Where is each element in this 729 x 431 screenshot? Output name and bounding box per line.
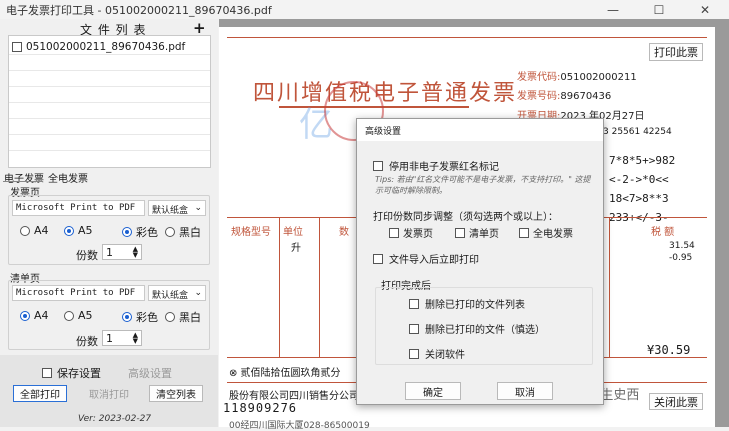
list-copies-stepper[interactable]: 1 ▲ ▼	[102, 330, 142, 346]
radio-icon	[20, 225, 30, 236]
radio-icon	[64, 310, 74, 321]
radio-selected-icon	[122, 312, 132, 322]
invoice-copies-label: 份数	[76, 249, 98, 262]
list-color-bw[interactable]: 黑白	[165, 309, 201, 325]
list-printer-select[interactable]: Microsoft Print to PDF	[12, 285, 145, 301]
invoice-color-bw[interactable]: 黑白	[165, 224, 201, 240]
tax-value-1: 31.54	[669, 241, 695, 251]
invoice-title: 四川增值税电子普通发票	[253, 81, 518, 106]
save-settings-checkbox[interactable]: 保存设置	[42, 365, 101, 381]
title-bar: 电子发票打印工具 - 051002000211_89670436.pdf — ☐…	[0, 0, 729, 19]
file-list[interactable]: 051002000211_89670436.pdf	[8, 35, 211, 168]
list-tray-select[interactable]: 默认纸盒 ⌄	[148, 285, 206, 301]
tips-text: Tips: 若由"红名文件可能不是电子发票，不支持打印。" 这提示可临时解除限制…	[375, 175, 591, 195]
sync-label: 打印份数同步调整（须勾选两个或以上）：	[373, 212, 558, 223]
radio-selected-icon	[122, 227, 132, 237]
invoice-tray-select[interactable]: 默认纸盒 ⌄	[148, 200, 206, 216]
tab-full-electronic-invoice[interactable]: 全电发票	[48, 170, 88, 185]
col-unit-value: 升	[291, 243, 301, 254]
list-size-a4[interactable]: A4	[20, 309, 49, 322]
tax-value-2: -0.95	[669, 253, 693, 263]
file-checkbox[interactable]	[12, 42, 22, 52]
invoice-printer-select[interactable]: Microsoft Print to PDF	[12, 200, 145, 216]
cipher-area: 7*8*5+>982 <-2->*0<< 18<7>8**3 233+</-3-	[609, 154, 676, 224]
radio-selected-icon	[20, 310, 30, 321]
chevron-down-icon: ⌄	[194, 288, 202, 298]
amount-in-words: ⊗ 贰佰陆拾伍圆玖角贰分	[229, 368, 341, 379]
check-code: 3 25561 42254	[603, 127, 672, 137]
sync-full-checkbox[interactable]: 全电发票	[519, 225, 573, 240]
close-icon[interactable]: ✕	[682, 0, 728, 19]
sync-list-checkbox[interactable]: 清单页	[455, 225, 499, 240]
print-this-button[interactable]: 打印此票	[649, 43, 703, 61]
delete-list-checkbox[interactable]: 删除已打印的文件列表	[409, 296, 525, 311]
col-unit: 单位	[283, 227, 303, 238]
list-size-a5[interactable]: A5	[64, 309, 93, 322]
radio-icon	[165, 227, 175, 237]
stepper-arrows-icon: ▲ ▼	[132, 331, 138, 345]
cancel-button[interactable]: 取消	[497, 382, 553, 400]
seller-name: 股份有限公司四川销售分公司	[229, 391, 359, 402]
print-all-button[interactable]: 全部打印	[13, 385, 67, 402]
ok-button[interactable]: 确定	[405, 382, 461, 400]
list-color-color[interactable]: 彩色	[122, 309, 158, 325]
radio-selected-icon	[64, 225, 74, 236]
print-after-import-checkbox[interactable]: 文件导入后立即打印	[373, 251, 479, 266]
sync-invoice-checkbox[interactable]: 发票页	[389, 225, 433, 240]
minimize-icon[interactable]: —	[590, 0, 636, 19]
col-model: 规格型号	[231, 227, 271, 238]
tab-electronic-invoice[interactable]: 电子发票	[4, 170, 44, 185]
window-title: 电子发票打印工具 - 051002000211_89670436.pdf	[6, 4, 272, 17]
seller-address: 00经四川国际大厦028-86500019	[229, 421, 370, 431]
invoice-size-a4[interactable]: A4	[20, 224, 49, 237]
invoice-copies-stepper[interactable]: 1 ▲ ▼	[102, 244, 142, 260]
number-row: 发票号码:89670436	[517, 91, 612, 102]
dialog-title: 高级设置	[357, 119, 603, 141]
delete-files-checkbox[interactable]: 删除已打印的文件（慎选）	[409, 321, 545, 336]
total-amount: ¥30.59	[647, 343, 691, 357]
invoice-size-a5[interactable]: A5	[64, 224, 93, 237]
cancel-print-button[interactable]: 取消打印	[79, 385, 139, 402]
clear-list-button[interactable]: 清空列表	[149, 385, 203, 402]
stepper-arrows-icon: ▲ ▼	[132, 245, 138, 259]
close-app-checkbox[interactable]: 关闭软件	[409, 346, 465, 361]
version-label: Ver: 2023-02-27	[78, 414, 152, 424]
advanced-settings-link[interactable]: 高级设置	[128, 365, 172, 381]
disable-red-checkbox[interactable]: 停用非电子发票红名标记	[373, 158, 499, 173]
chevron-down-icon: ⌄	[194, 203, 202, 213]
list-copies-label: 份数	[76, 335, 98, 348]
code-row: 发票代码:051002000211	[517, 72, 637, 83]
list-item[interactable]: 051002000211_89670436.pdf	[12, 41, 185, 53]
radio-icon	[165, 312, 175, 322]
col-tax: 税 额	[651, 227, 675, 238]
col-qty: 数	[339, 227, 349, 238]
invoice-color-color[interactable]: 彩色	[122, 224, 158, 240]
seller-id: 118909276	[223, 401, 298, 415]
close-this-button[interactable]: 关闭此票	[649, 393, 703, 410]
advanced-settings-dialog: 高级设置 停用非电子发票红名标记 Tips: 若由"红名文件可能不是电子发票，不…	[356, 118, 604, 405]
maximize-icon[interactable]: ☐	[636, 0, 682, 19]
